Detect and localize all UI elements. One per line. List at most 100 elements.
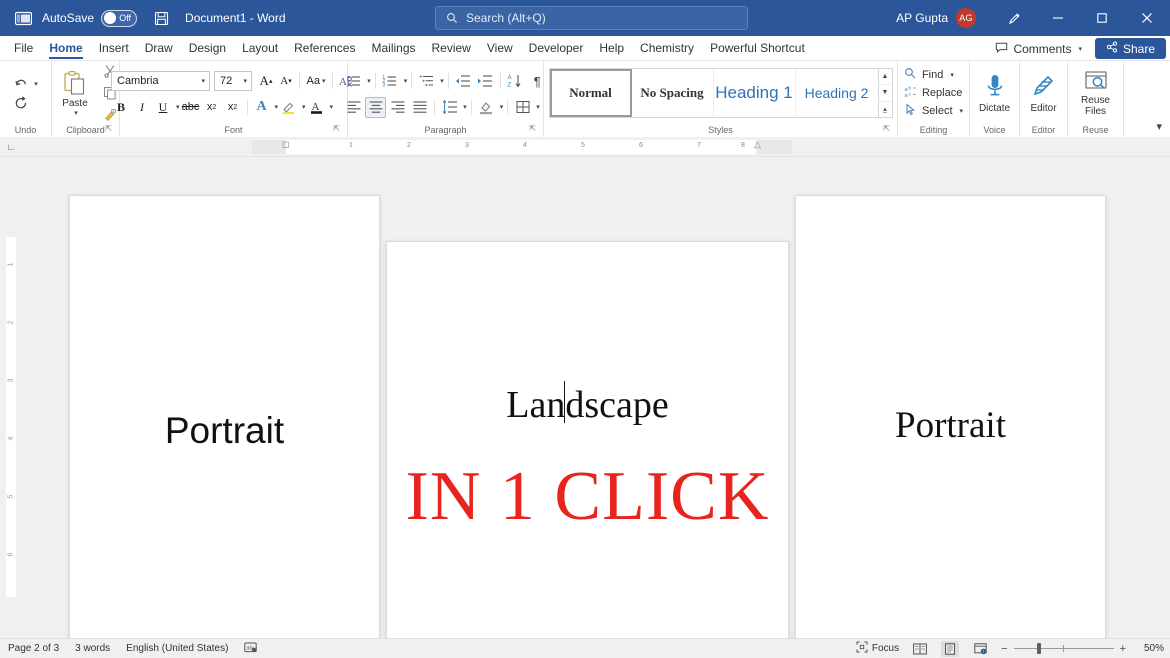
replace-button[interactable]: a b a c Replace — [904, 85, 963, 101]
paste-button[interactable]: Paste ▾ — [52, 69, 98, 117]
text-highlight-icon[interactable] — [279, 97, 299, 117]
tab-help[interactable]: Help — [591, 35, 632, 60]
chevron-down-icon[interactable]: ▾ — [404, 77, 408, 85]
tab-powerful-shortcut[interactable]: Powerful Shortcut — [702, 35, 813, 60]
bullet-list-icon[interactable] — [343, 71, 364, 92]
search-input[interactable]: Search (Alt+Q) — [435, 6, 748, 30]
read-mode-icon[interactable] — [911, 641, 929, 657]
font-name-input[interactable]: Cambria ▾ — [111, 71, 210, 91]
tab-file[interactable]: File — [6, 35, 41, 60]
chevron-down-icon[interactable]: ▾ — [243, 77, 247, 85]
tab-stop-icon[interactable]: ∟ — [0, 137, 22, 157]
restore-button[interactable] — [1080, 0, 1124, 36]
zoom-track[interactable] — [1013, 643, 1114, 654]
chevron-down-icon[interactable]: ▾ — [176, 103, 180, 111]
align-center-icon[interactable] — [365, 96, 387, 118]
undo-button[interactable]: ▾ — [13, 76, 38, 92]
shading-icon[interactable] — [476, 97, 497, 118]
save-icon[interactable] — [151, 8, 171, 28]
tab-view[interactable]: View — [479, 35, 521, 60]
chevron-down-icon[interactable]: ▾ — [440, 77, 444, 85]
chevron-down-icon[interactable]: ▼ — [878, 85, 892, 102]
editor-button[interactable]: Editor — [1021, 65, 1067, 121]
reuse-files-button[interactable]: Reuse Files — [1073, 65, 1119, 121]
document-canvas[interactable]: 1 2 3 4 5 6 Portrait Landscape IN 1 CLIC… — [0, 157, 1170, 638]
find-button[interactable]: Find ▾ — [904, 67, 963, 83]
shrink-font-icon[interactable]: A ▾ — [276, 71, 296, 91]
web-layout-icon[interactable]: ! — [971, 641, 989, 657]
dialog-launcher-icon[interactable]: ⇱ — [333, 122, 340, 136]
zoom-level-value[interactable]: 50% — [1138, 643, 1164, 654]
chevron-down-icon[interactable]: ▾ — [950, 71, 954, 79]
redo-button[interactable] — [13, 95, 38, 111]
select-button[interactable]: Select ▾ — [904, 103, 963, 119]
document-page-3[interactable]: Portrait — [795, 195, 1106, 638]
more-styles-icon[interactable]: ▴̲ — [879, 102, 892, 117]
user-name[interactable]: AP Gupta — [896, 11, 948, 25]
tab-references[interactable]: References — [286, 35, 363, 60]
document-page-2[interactable]: Landscape IN 1 CLICK — [386, 241, 789, 638]
increase-indent-icon[interactable] — [475, 71, 496, 92]
close-button[interactable] — [1124, 0, 1170, 36]
grow-font-icon[interactable]: A ▴ — [256, 71, 276, 91]
zoom-thumb[interactable] — [1036, 643, 1041, 654]
document-page-1[interactable]: Portrait — [69, 195, 380, 638]
borders-icon[interactable] — [512, 97, 533, 118]
chevron-down-icon[interactable]: ▾ — [302, 103, 306, 111]
word-count[interactable]: 3 words — [75, 643, 110, 654]
word-app-icon[interactable] — [8, 10, 38, 27]
decrease-indent-icon[interactable] — [453, 71, 474, 92]
tab-chemistry[interactable]: Chemistry — [632, 35, 702, 60]
underline-button[interactable]: U — [153, 97, 173, 117]
numbered-list-icon[interactable]: 1 2 3 — [380, 71, 401, 92]
right-indent-marker-icon[interactable]: △ — [754, 139, 761, 150]
minimize-button[interactable] — [1036, 0, 1080, 36]
dictate-button[interactable]: Dictate — [972, 65, 1018, 121]
chevron-down-icon[interactable]: ▾ — [322, 77, 326, 85]
multilevel-list-icon[interactable] — [416, 71, 437, 92]
dialog-launcher-icon[interactable]: ⇱ — [105, 122, 112, 136]
chevron-down-icon[interactable]: ▾ — [201, 77, 205, 85]
vertical-ruler[interactable]: 1 2 3 4 5 6 — [0, 157, 22, 638]
zoom-in-button[interactable]: + — [1120, 643, 1126, 655]
share-button[interactable]: Share — [1094, 38, 1166, 59]
chevron-down-icon[interactable]: ▾ — [536, 103, 540, 111]
tab-layout[interactable]: Layout — [234, 35, 286, 60]
tab-developer[interactable]: Developer — [521, 35, 592, 60]
zoom-out-button[interactable]: − — [1001, 643, 1007, 655]
line-spacing-icon[interactable] — [439, 97, 460, 118]
zoom-slider[interactable]: − + — [1001, 643, 1126, 655]
text-effects-icon[interactable]: A — [252, 97, 272, 117]
chevron-up-icon[interactable]: ▲ — [878, 69, 892, 86]
tab-mailings[interactable]: Mailings — [363, 35, 423, 60]
tab-review[interactable]: Review — [424, 35, 479, 60]
chevron-down-icon[interactable]: ▾ — [275, 103, 279, 111]
avatar[interactable]: AG — [956, 8, 976, 28]
autosave-toggle[interactable]: Off — [101, 9, 138, 27]
superscript-button[interactable]: x2 — [223, 97, 243, 117]
style-heading-2[interactable]: Heading 2 — [796, 69, 878, 117]
dialog-launcher-icon[interactable]: ⇱ — [529, 122, 536, 136]
chevron-down-icon[interactable]: ▾ — [367, 77, 371, 85]
proofing-icon[interactable]: ab — [244, 641, 258, 657]
page-status[interactable]: Page 2 of 3 — [8, 643, 59, 654]
change-case-button[interactable]: Aa ▾ — [303, 71, 329, 91]
chevron-down-icon[interactable]: ▾ — [500, 103, 504, 111]
pen-icon[interactable] — [992, 0, 1036, 36]
focus-button[interactable]: Focus — [856, 641, 899, 656]
italic-button[interactable]: I — [132, 97, 152, 117]
tab-design[interactable]: Design — [181, 35, 234, 60]
left-indent-marker-icon[interactable]: ◻ — [282, 139, 289, 150]
justify-icon[interactable] — [409, 97, 430, 118]
horizontal-ruler[interactable]: ∟ 1 2 3 4 5 6 7 8 ◻ △ — [0, 137, 1170, 157]
align-left-icon[interactable] — [343, 97, 364, 118]
chevron-down-icon[interactable]: ▾ — [463, 103, 467, 111]
dialog-launcher-icon[interactable]: ⇱ — [883, 122, 890, 136]
strikethrough-icon[interactable]: abc — [181, 97, 201, 117]
subscript-button[interactable]: x2 — [202, 97, 222, 117]
tab-insert[interactable]: Insert — [91, 35, 137, 60]
tab-home[interactable]: Home — [41, 35, 90, 60]
ruler-scale[interactable]: 1 2 3 4 5 6 7 8 ◻ △ — [252, 139, 792, 154]
sort-az-icon[interactable]: A Z — [505, 71, 526, 92]
font-color-icon[interactable]: A — [307, 97, 327, 117]
